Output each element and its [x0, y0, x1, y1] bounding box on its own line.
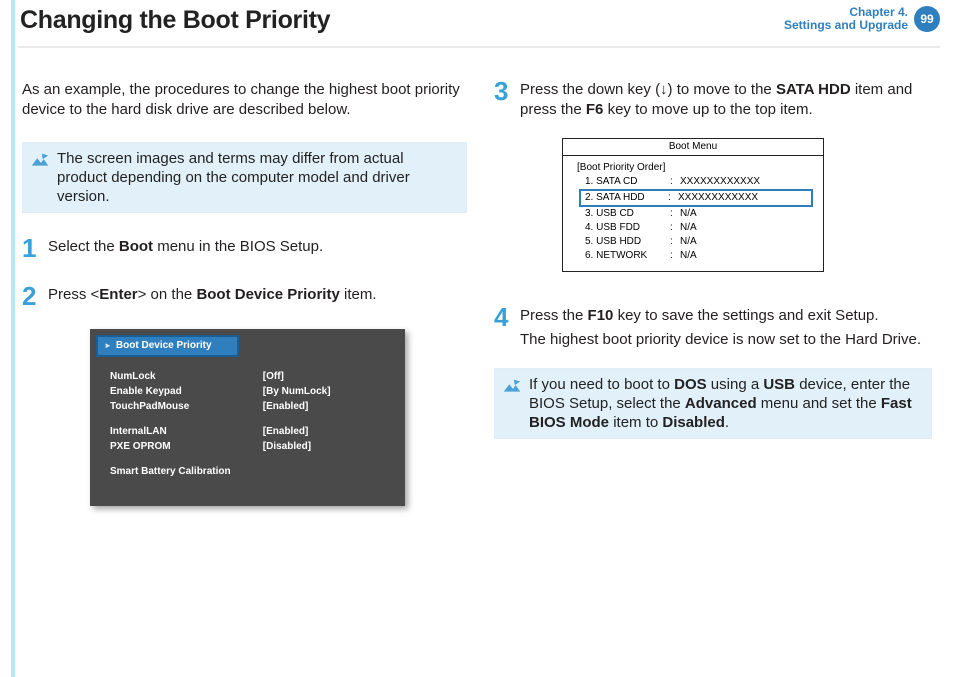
note-icon [29, 150, 51, 172]
boot-row-label: 2. SATA HDD [585, 191, 668, 205]
step-number: 2 [22, 285, 44, 309]
bios-value: [Disabled] [263, 439, 311, 454]
bios-key: NumLock [110, 369, 260, 384]
step-number: 4 [494, 306, 516, 354]
boot-menu-subtitle: [Boot Priority Order] [571, 162, 815, 173]
note-text: menu and set the [761, 395, 881, 412]
step-text: Press < [48, 286, 99, 303]
step-number: 3 [494, 80, 516, 124]
bios-key: Enable Keypad [110, 384, 260, 399]
note-text: . [725, 414, 729, 431]
note-text: using a [711, 376, 764, 393]
page-number-badge: 99 [914, 6, 940, 32]
note-text: item to [613, 414, 662, 431]
boot-menu-title: Boot Menu [563, 139, 823, 156]
step-bold: F6 [586, 101, 604, 118]
bios-value: [Enabled] [263, 424, 309, 439]
boot-row-label: 3. USB CD [585, 207, 670, 221]
step-3: 3 Press the down key (↓) to move to the … [494, 80, 932, 124]
note-text: If you need to boot to [529, 376, 674, 393]
note-bold: Disabled [662, 414, 725, 431]
note-icon [501, 376, 523, 398]
note-box-2: If you need to boot to DOS using a USB d… [494, 368, 932, 439]
boot-row-label: 5. USB HDD [585, 235, 670, 249]
step-text: Press the down key (↓) to move to the [520, 81, 776, 98]
step-bold: Boot Device Priority [196, 286, 339, 303]
step-text: The highest boot priority device is now … [520, 330, 921, 350]
bios-highlighted-row: Boot Device Priority [96, 335, 239, 357]
note-box-1: The screen images and terms may differ f… [22, 142, 467, 213]
step-bold: SATA HDD [776, 81, 851, 98]
note-bold: USB [763, 376, 795, 393]
step-1: 1 Select the Boot menu in the BIOS Setup… [22, 237, 467, 261]
step-4: 4 Press the F10 key to save the settings… [494, 306, 932, 354]
chapter-sublabel: Settings and Upgrade [784, 19, 908, 32]
bios-key: PXE OPROM [110, 439, 260, 454]
step-text: menu in the BIOS Setup. [157, 238, 323, 255]
boot-row-highlight: 2. SATA HDD:XXXXXXXXXXXX [579, 189, 813, 207]
step-number: 1 [22, 237, 44, 261]
step-text: > on the [138, 286, 197, 303]
step-text: Select the [48, 238, 119, 255]
boot-menu-diagram: Boot Menu [Boot Priority Order] 1. SATA … [562, 138, 824, 272]
boot-row-value: N/A [680, 236, 697, 247]
bios-value: [Off] [263, 369, 284, 384]
bios-key: Smart Battery Calibration [110, 464, 260, 479]
bios-panel: Boot Device Priority NumLock [Off] Enabl… [90, 329, 405, 506]
bios-value: [Enabled] [263, 399, 309, 414]
boot-row-label: 6. NETWORK [585, 249, 670, 263]
boot-row-value: N/A [680, 250, 697, 261]
boot-row-value: N/A [680, 208, 697, 219]
boot-row-value: XXXXXXXXXXXX [680, 176, 760, 187]
boot-row-value: XXXXXXXXXXXX [678, 192, 758, 203]
note-text: The screen images and terms may differ f… [57, 150, 410, 205]
note-bold: DOS [674, 376, 707, 393]
boot-row-label: 4. USB FDD [585, 221, 670, 235]
page-header: Changing the Boot Priority Chapter 4. Se… [20, 6, 940, 46]
step-text: key to save the settings and exit Setup. [618, 307, 879, 324]
chapter-block: Chapter 4. Settings and Upgrade 99 [784, 6, 940, 32]
step-text: key to move up to the top item. [608, 101, 813, 118]
note-bold: Advanced [685, 395, 757, 412]
intro-text: As an example, the procedures to change … [22, 80, 467, 120]
step-bold: F10 [588, 307, 614, 324]
boot-row-label: 1. SATA CD [585, 175, 670, 189]
step-bold: Boot [119, 238, 153, 255]
step-2: 2 Press <Enter> on the Boot Device Prior… [22, 285, 467, 309]
page-accent-rule [11, 0, 15, 677]
boot-row-value: N/A [680, 222, 697, 233]
step-text: item. [344, 286, 377, 303]
step-bold: Enter [99, 286, 137, 303]
bios-key: TouchPadMouse [110, 399, 260, 414]
step-text: Press the [520, 307, 588, 324]
header-rule [18, 46, 940, 48]
bios-value: [By NumLock] [263, 384, 331, 399]
bios-key: InternalLAN [110, 424, 260, 439]
